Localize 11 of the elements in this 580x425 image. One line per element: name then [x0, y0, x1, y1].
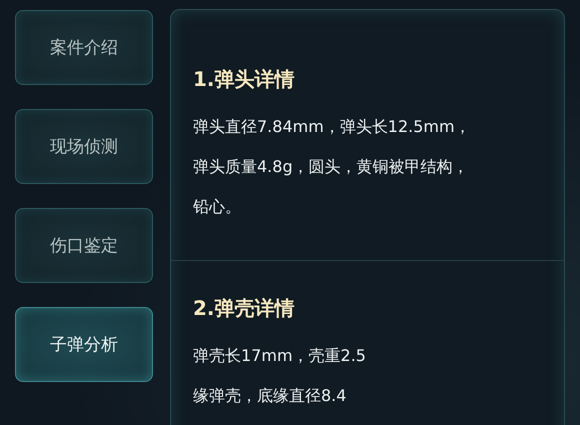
section-text: 弹壳长17mm，壳重2.5 [193, 345, 367, 367]
section-text: 缘弹壳，底缘直径8.4 [193, 385, 348, 407]
section-text: 弹头质量4.8g，圆头，黄铜被甲结构， [193, 156, 470, 178]
section-text: 铅心。 [193, 196, 242, 218]
section-title: 1.弹头详情 [193, 66, 296, 93]
sidebar-tab[interactable]: 伤口鉴定 [15, 208, 153, 283]
sidebar-tab[interactable]: 现场侦测 [15, 109, 153, 184]
sidebar-tab[interactable]: 子弹分析 [15, 307, 153, 382]
section-title: 2.弹壳详情 [193, 295, 296, 322]
sidebar-tab[interactable]: 案件介绍 [15, 10, 153, 85]
section-text: 弹头直径7.84mm，弹头长12.5mm， [193, 116, 472, 138]
